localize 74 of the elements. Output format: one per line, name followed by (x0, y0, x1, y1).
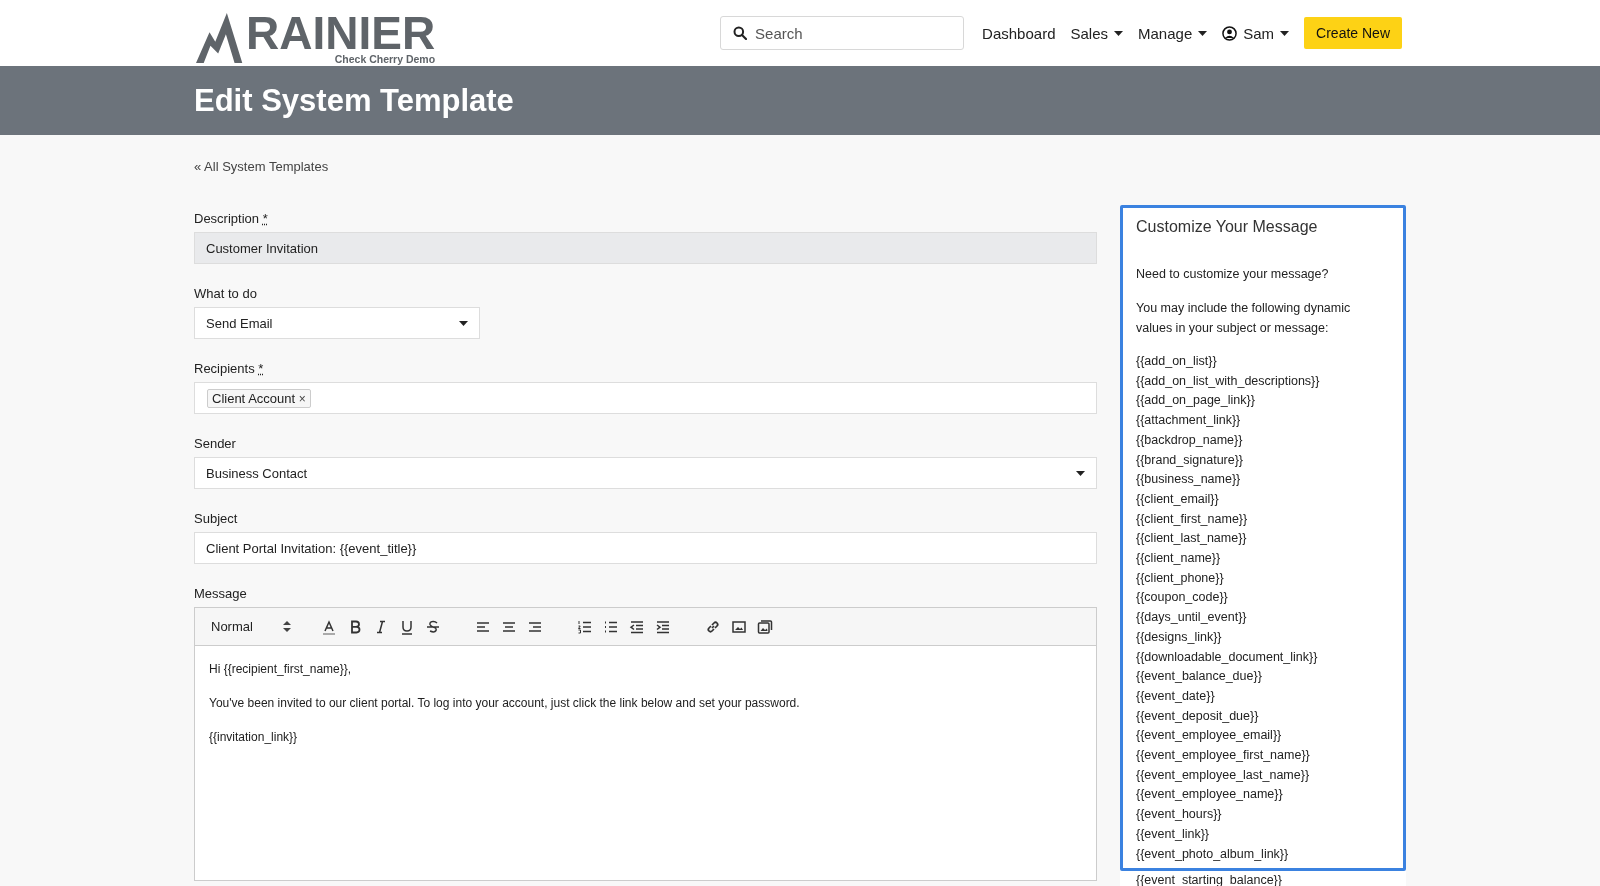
template-variable: {{event_deposit_due}} (1136, 707, 1260, 725)
page-title: Edit System Template (194, 82, 515, 119)
template-variable: {{add_on_list_with_descriptions}} (1136, 372, 1321, 390)
panel-instructions: You may include the following dynamic values in your subject or message: (1136, 300, 1352, 337)
template-variable: {{event_photo_album_link}} (1136, 845, 1290, 863)
template-variable: {{client_phone}} (1136, 569, 1225, 587)
format-select[interactable]: Normal (211, 619, 291, 634)
template-variable: {{event_link}} (1136, 825, 1210, 843)
field-label: Description (194, 211, 260, 226)
template-variable: {{event_starting_balance}} (1136, 872, 1283, 886)
caret-icon (1076, 470, 1085, 476)
template-variable: {{event_date}} (1136, 687, 1216, 705)
field-label: Subject (194, 511, 238, 526)
message-editor[interactable]: Hi {{recipient_first_name}}, You've been invited to our client portal. To log into your account, just click the link below and set your password. {{invitation_link}} (195, 646, 1096, 880)
field-label: Sender (194, 436, 236, 451)
template-variable: {{event_employee_email}} (1136, 727, 1283, 745)
video-icon[interactable] (757, 618, 773, 635)
up-down-caret-icon (283, 621, 291, 632)
recipient-tag: Client Account × (207, 388, 311, 408)
panel-intro: Need to customize your message? (1136, 266, 1330, 283)
ol-icon[interactable] (577, 618, 593, 635)
brand-name: RAINIER (246, 11, 436, 55)
template-variable: {{add_on_list}} (1136, 353, 1218, 370)
field-label: What to do (194, 286, 257, 301)
underline-icon[interactable] (399, 618, 415, 635)
template-variable: {{event_employee_last_name}} (1136, 766, 1311, 784)
template-variable: {{brand_signature}} (1136, 451, 1245, 469)
caret-icon (459, 320, 468, 326)
template-variable: {{designs_link}} (1136, 628, 1223, 646)
outdent-icon[interactable] (629, 618, 645, 635)
nav-link[interactable]: Manage (1138, 24, 1208, 42)
nav-link[interactable]: Sales (1070, 24, 1123, 42)
panel-title: Customize Your Message (1136, 218, 1319, 236)
recipients-field[interactable]: Client Account × (194, 382, 1097, 414)
template-variable: {{client_last_name}} (1136, 530, 1248, 548)
nav-link[interactable]: Sam (1222, 24, 1290, 42)
template-variable: {{event_employee_name}} (1136, 786, 1284, 804)
sender-select[interactable]: Business Contact (194, 457, 1097, 489)
template-variable: {{event_balance_due}} (1136, 668, 1263, 686)
back-link[interactable]: « All System Templates (194, 159, 329, 174)
strike-icon[interactable] (425, 618, 441, 635)
template-variable: {{event_hours}} (1136, 806, 1223, 824)
template-variable: {{event_employee_first_name}} (1136, 747, 1311, 765)
field-label: Recipients (194, 361, 255, 376)
search-field[interactable]: Search (720, 16, 965, 50)
caret-icon (1114, 30, 1123, 36)
brand-subtitle: Check Cherry Demo (334, 53, 436, 65)
field-label: Message (194, 586, 247, 601)
remove-tag-button[interactable]: × (298, 391, 306, 406)
template-variable: {{coupon_code}} (1136, 589, 1229, 607)
image-icon[interactable] (731, 618, 747, 635)
template-variable: {{downloadable_document_link}} (1136, 648, 1319, 666)
template-variable: {{add_on_page_link}} (1136, 392, 1256, 410)
action-select[interactable]: Send Email (194, 307, 480, 339)
template-variable: {{client_name}} (1136, 550, 1222, 568)
template-variable: {{days_until_event}} (1136, 609, 1248, 627)
template-variable: {{client_first_name}} (1136, 510, 1249, 528)
caret-icon (1280, 30, 1290, 36)
search-icon (733, 26, 748, 40)
search-input[interactable]: Search (753, 23, 938, 43)
create-new-button[interactable]: Create New (1304, 17, 1402, 49)
color-icon[interactable] (321, 618, 337, 635)
template-variable: {{business_name}} (1136, 471, 1242, 489)
template-variable: {{attachment_link}} (1136, 412, 1242, 430)
required-mark: * (258, 361, 264, 376)
link-icon[interactable] (705, 618, 721, 635)
indent-icon[interactable] (655, 618, 671, 635)
nav-link[interactable]: Dashboard (982, 24, 1056, 42)
subject-field[interactable]: Client Portal Invitation: {{event_title}} (194, 532, 1097, 564)
template-variable: {{backdrop_name}} (1136, 431, 1244, 449)
required-mark: * (262, 211, 268, 226)
caret-icon (1198, 30, 1208, 36)
template-variable: {{client_email}} (1136, 490, 1220, 508)
user-icon (1222, 25, 1238, 41)
